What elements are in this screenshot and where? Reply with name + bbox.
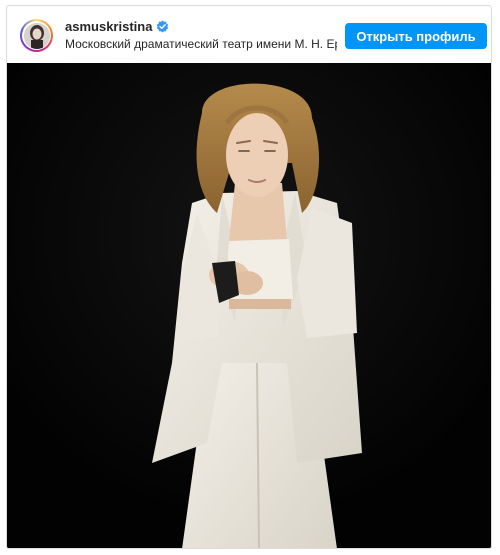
open-profile-button[interactable]: Открыть профиль bbox=[345, 23, 487, 49]
photo-illustration bbox=[7, 63, 491, 548]
post-photo[interactable] bbox=[7, 63, 491, 548]
avatar[interactable] bbox=[20, 19, 53, 52]
instagram-embed: asmuskristina Московский драматический т… bbox=[6, 5, 492, 549]
profile-avatar bbox=[23, 22, 50, 49]
post-header: asmuskristina Московский драматический т… bbox=[7, 6, 491, 63]
location-link[interactable]: Московский драматический театр имени М. … bbox=[65, 37, 337, 51]
username-link[interactable]: asmuskristina bbox=[65, 19, 152, 34]
verified-badge-icon bbox=[156, 20, 169, 33]
